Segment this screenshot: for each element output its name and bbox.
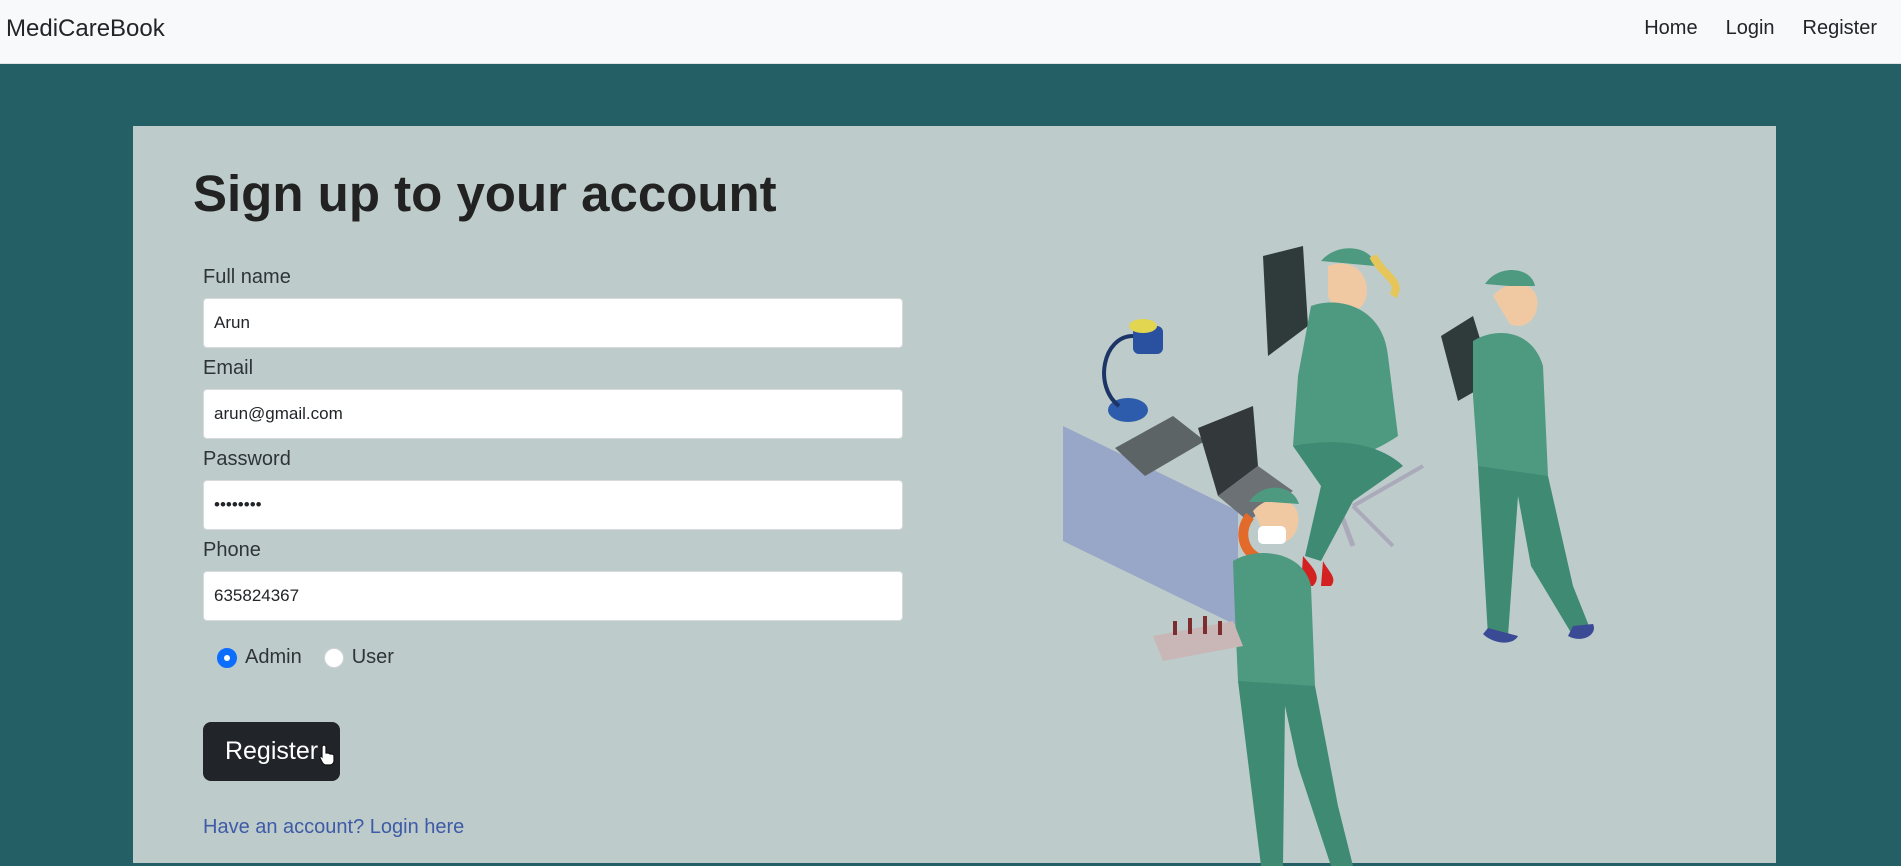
nav-login-link[interactable]: Login <box>1726 17 1775 40</box>
hand-cursor-icon <box>319 744 335 766</box>
signup-card: Sign up to your account Full name Email … <box>133 126 1776 866</box>
user-radio-label[interactable]: User <box>352 646 394 669</box>
medical-staff-illustration <box>1063 246 1594 866</box>
full-name-input[interactable] <box>203 298 903 348</box>
admin-radio[interactable] <box>217 647 237 668</box>
navbar: MediCareBook Home Login Register <box>0 0 1901 64</box>
nav-home-link[interactable]: Home <box>1644 17 1697 40</box>
phone-label: Phone <box>203 539 261 561</box>
brand-logo[interactable]: MediCareBook <box>6 15 165 43</box>
phone-input[interactable] <box>203 571 903 621</box>
nav-register-link[interactable]: Register <box>1803 17 1877 40</box>
nav-links: Home Login Register <box>1616 17 1877 40</box>
page-title: Sign up to your account <box>193 165 777 222</box>
password-label: Password <box>203 448 291 470</box>
email-label: Email <box>203 357 254 379</box>
full-name-label: Full name <box>203 266 291 288</box>
password-input[interactable] <box>203 480 903 530</box>
email-input[interactable] <box>203 389 903 439</box>
login-link[interactable]: Have an account? Login here <box>203 816 464 839</box>
user-radio[interactable] <box>323 647 344 668</box>
admin-radio-label[interactable]: Admin <box>245 646 302 669</box>
role-radio-group: Admin User <box>217 646 416 669</box>
